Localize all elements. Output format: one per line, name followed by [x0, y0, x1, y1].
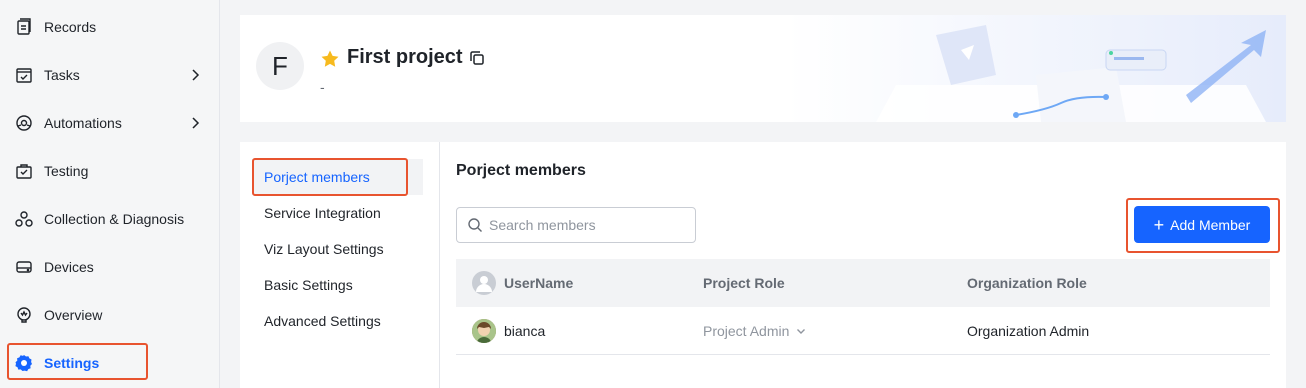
sidebar-item-collection-diagnosis[interactable]: Collection & Diagnosis: [0, 199, 219, 239]
search-box: [456, 207, 696, 243]
highlight-box: [7, 343, 148, 380]
project-header: F First project -: [240, 15, 1286, 122]
devices-icon: [14, 257, 34, 277]
table-header: UserName Project Role Organization Role: [456, 259, 1270, 307]
sidebar-item-testing[interactable]: Testing: [0, 151, 219, 191]
copy-icon[interactable]: [468, 49, 486, 67]
sidebar-item-automations[interactable]: Automations: [0, 103, 219, 143]
search-input[interactable]: [489, 217, 689, 233]
settings-nav-basic[interactable]: Basic Settings: [252, 267, 423, 303]
settings-nav-service-integration[interactable]: Service Integration: [252, 195, 423, 231]
overview-icon: [14, 305, 34, 325]
chevron-down-icon: [797, 329, 806, 334]
project-role-select[interactable]: Project Admin: [703, 323, 807, 339]
star-icon[interactable]: [320, 49, 340, 69]
username-cell: bianca: [472, 307, 545, 355]
sidebar-item-label: Records: [44, 19, 97, 35]
sidebar-item-records[interactable]: Records: [0, 7, 219, 47]
avatar: [472, 319, 496, 343]
project-role-cell: Project Admin: [703, 307, 807, 355]
chevron-right-icon: [192, 69, 200, 81]
add-member-label: Add Member: [1170, 216, 1251, 233]
automations-icon: [14, 113, 34, 133]
project-description: -: [320, 79, 325, 95]
project-avatar: F: [256, 42, 304, 90]
sidebar-item-label: Automations: [44, 115, 122, 131]
plus-icon: +: [1153, 214, 1165, 235]
search-icon: [468, 218, 482, 232]
sidebar-item-tasks[interactable]: Tasks: [0, 55, 219, 95]
sidebar-item-label: Devices: [44, 259, 94, 275]
settings-nav-advanced[interactable]: Advanced Settings: [252, 303, 423, 339]
organization-role-cell: Organization Admin: [967, 323, 1090, 339]
chevron-right-icon: [192, 117, 200, 129]
column-username: UserName: [472, 259, 573, 307]
sidebar-item-overview[interactable]: Overview: [0, 295, 219, 335]
banner-illustration: [786, 15, 1286, 122]
sidebar-item-label: Tasks: [44, 67, 80, 83]
settings-nav: Porject members Service Integration Viz …: [240, 142, 440, 388]
testing-icon: [14, 161, 34, 181]
user-icon: [472, 271, 496, 295]
add-member-button[interactable]: + Add Member: [1134, 206, 1270, 243]
settings-nav-viz-layout[interactable]: Viz Layout Settings: [252, 231, 423, 267]
collection-diagnosis-icon: [14, 209, 34, 229]
table-row: bianca Project Admin Organization Admin: [456, 307, 1270, 355]
records-icon: [14, 17, 34, 37]
sidebar-item-label: Overview: [44, 307, 103, 323]
column-project-role: Project Role: [703, 275, 785, 291]
page-title: First project: [347, 46, 463, 68]
sidebar-item-devices[interactable]: Devices: [0, 247, 219, 287]
sidebar-item-label: Testing: [44, 163, 89, 179]
sidebar: Records Tasks Automations Testing Collec…: [0, 0, 220, 388]
section-title: Porject members: [456, 162, 586, 179]
highlight-box: [252, 158, 408, 196]
tasks-icon: [14, 65, 34, 85]
sidebar-item-label: Collection & Diagnosis: [44, 211, 185, 227]
members-table: UserName Project Role Organization Role …: [456, 259, 1270, 355]
settings-card: Porject members Service Integration Viz …: [240, 142, 1286, 388]
column-organization-role: Organization Role: [967, 275, 1087, 291]
